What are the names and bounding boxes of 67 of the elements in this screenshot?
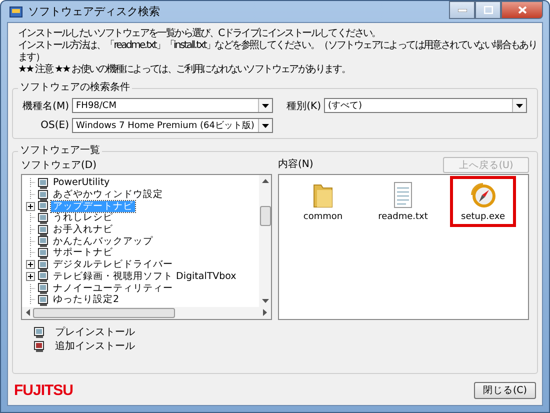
software-icon	[37, 294, 49, 306]
group-title: ソフトウェア一覧	[18, 145, 102, 157]
addon-software-icon	[33, 340, 45, 352]
tree-item[interactable]: デジタルテレビドライバー	[51, 259, 175, 270]
app-icon	[9, 4, 23, 18]
instruction-text: インストール方法は、「readme.txt」「install.txt」などを参照してください。（ソフトウェアによっては用意されていない場合もあります）	[18, 40, 538, 64]
field-label: 種別(K)	[286, 100, 321, 112]
brand-logo: FUJITSU	[14, 382, 74, 399]
field-label: 機種名(M)	[22, 100, 69, 112]
tree-label: ソフトウェア(D)	[21, 159, 98, 173]
software-icon	[37, 188, 49, 201]
scroll-down-icon	[262, 298, 268, 303]
instruction-text: インストールしたいソフトウェアを一覧から選び、Cドライブにインストールしてください。	[18, 28, 382, 40]
dropdown[interactable]: FH98/CM	[72, 98, 273, 113]
tree-item[interactable]: サポートナビ	[51, 247, 115, 258]
tree-item[interactable]: ゆったり設定2	[51, 294, 122, 306]
tree-item[interactable]: テレビ録画・視聴用ソフト DigitalTVbox	[51, 270, 238, 282]
tree-item[interactable]: あざやかウィンドウ設定	[51, 189, 165, 200]
compass-icon	[469, 181, 497, 209]
tree-item[interactable]: お手入れナビ	[51, 224, 115, 236]
close-window-button[interactable]	[501, 1, 543, 19]
scrollbar-thumb[interactable]	[33, 308, 175, 318]
expand-icon[interactable]	[26, 272, 35, 281]
maximize-icon	[484, 6, 492, 14]
software-icon	[37, 200, 49, 212]
dropdown-arrow-icon	[516, 104, 523, 108]
software-icon	[37, 212, 49, 224]
tree-item[interactable]: うれしレシピ	[51, 212, 115, 224]
file-item[interactable]: readme.txt	[373, 179, 433, 224]
close-button[interactable]: 閉じる(C)	[474, 382, 536, 399]
group-title: ソフトウェアの検索条件	[18, 82, 132, 94]
tree-item[interactable]: かんたんバックアップ	[51, 236, 155, 247]
file-item[interactable]: common	[293, 179, 353, 224]
software-icon	[37, 258, 49, 271]
scrollbar-thumb[interactable]	[260, 206, 270, 226]
maximize-button[interactable]	[475, 1, 501, 19]
tree-item[interactable]: ナノイーユーティリティー	[51, 282, 175, 294]
minimize-icon	[458, 8, 466, 12]
software-icon	[37, 246, 49, 259]
dropdown[interactable]: (すべて)	[324, 98, 527, 113]
field-label: OS(E)	[40, 120, 69, 131]
scroll-left-icon	[26, 309, 30, 316]
software-icon	[37, 176, 49, 189]
legend-label: プレインストール	[55, 326, 135, 339]
minimize-button[interactable]	[449, 1, 475, 19]
expand-icon[interactable]	[26, 260, 35, 270]
legend-label: 追加インストール	[55, 340, 135, 353]
software-icon	[37, 282, 49, 294]
dropdown-arrow-icon	[262, 104, 269, 108]
software-icon	[37, 224, 49, 236]
dropdown-arrow-icon	[262, 124, 269, 128]
tree-item[interactable]: PowerUtility	[51, 177, 112, 188]
scroll-right-icon	[263, 309, 267, 316]
instruction-text: ★★ 注意 ★★ お使いの機種によっては、ご利用になれないソフトウェアがあります。	[18, 64, 352, 76]
window-title: ソフトウェアディスク検索	[28, 4, 161, 19]
close-icon	[518, 6, 526, 14]
expand-icon[interactable]	[26, 202, 35, 211]
vertical-scrollbar[interactable]	[259, 175, 271, 307]
horizontal-scrollbar[interactable]	[22, 306, 271, 319]
highlighted-file[interactable]: setup.exe	[453, 179, 513, 224]
dropdown[interactable]: Windows 7 Home Premium (64ビット版)	[72, 118, 273, 133]
software-icon	[37, 235, 49, 248]
preinstall-software-icon	[33, 326, 45, 338]
content-label: 内容(N)	[278, 158, 314, 172]
text-file-icon	[392, 181, 414, 209]
software-icon	[37, 270, 49, 282]
scroll-up-icon	[262, 179, 268, 183]
